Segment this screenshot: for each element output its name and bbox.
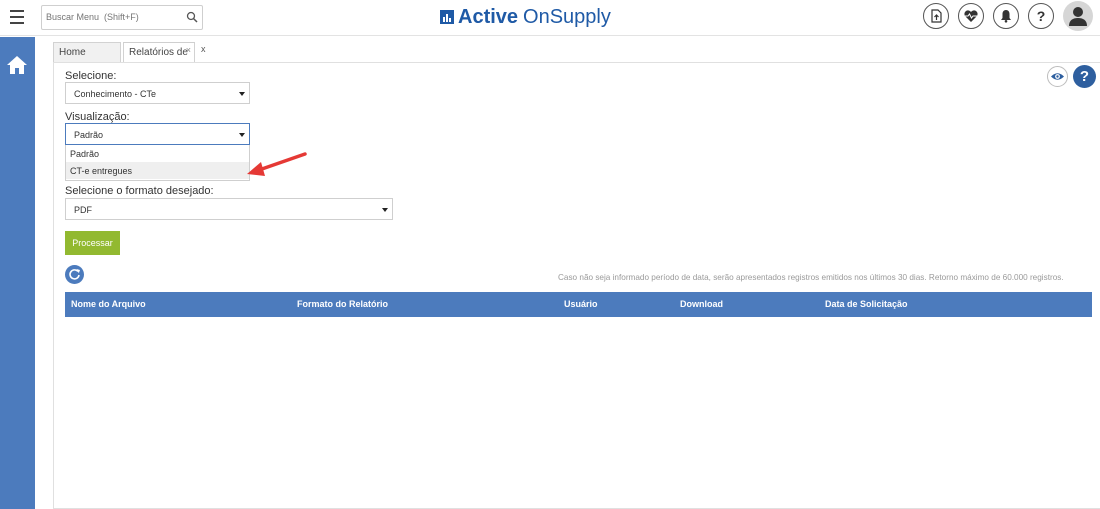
home-icon[interactable] <box>6 55 28 75</box>
question-icon[interactable]: ? <box>1028 3 1054 29</box>
visualizacao-dropdown-list: Padrão CT-e entregues <box>65 145 250 181</box>
heartbeat-icon[interactable] <box>958 3 984 29</box>
top-icons: ? <box>914 1 1093 31</box>
upload-file-icon[interactable] <box>923 3 949 29</box>
column-header-download[interactable]: Download <box>680 299 723 309</box>
search-box[interactable] <box>41 5 203 30</box>
formato-value: PDF <box>74 205 92 215</box>
top-bar: Active OnSupply ? <box>0 0 1100 36</box>
help-icon[interactable]: ? <box>1073 65 1096 88</box>
tab-bar: Home Relatórios de × x <box>53 42 206 63</box>
sidebar <box>0 37 35 509</box>
column-header-usuario[interactable]: Usuário <box>564 299 598 309</box>
close-all-tabs-icon[interactable]: x <box>201 44 206 63</box>
visualizacao-label: Visualização: <box>65 111 130 123</box>
brand-logo-icon <box>440 10 454 24</box>
annotation-arrow-icon <box>247 152 307 176</box>
tab-home[interactable]: Home <box>53 42 121 63</box>
eye-icon[interactable] <box>1047 66 1068 87</box>
selecione-label: Selecione: <box>65 70 117 82</box>
tab-relatorios[interactable]: Relatórios de × <box>123 42 195 63</box>
report-type-value: Conhecimento - CTe <box>74 89 157 99</box>
column-header-nome-arquivo[interactable]: Nome do Arquivo <box>71 299 146 309</box>
chevron-down-icon <box>239 133 245 137</box>
formato-label: Selecione o formato desejado: <box>65 185 214 197</box>
refresh-icon[interactable] <box>65 265 84 284</box>
processar-button[interactable]: Processar <box>65 231 120 255</box>
dropdown-option-padrao[interactable]: Padrão <box>66 145 249 162</box>
bell-icon[interactable] <box>993 3 1019 29</box>
table-header: Nome do Arquivo Formato do Relatório Usu… <box>65 292 1092 317</box>
search-icon[interactable] <box>186 11 198 23</box>
visualizacao-select[interactable]: Padrão <box>65 123 250 145</box>
column-header-data-solicitacao[interactable]: Data de Solicitação <box>825 299 908 309</box>
chevron-down-icon <box>382 208 388 212</box>
question-glyph: ? <box>1036 8 1046 24</box>
brand-logo: Active OnSupply <box>440 5 611 29</box>
brand-onsupply-text: OnSupply <box>523 5 611 28</box>
visualizacao-value: Padrão <box>74 130 104 140</box>
tab-relatorios-label: Relatórios de <box>129 47 188 58</box>
dropdown-option-cte-entregues[interactable]: CT-e entregues <box>66 162 249 179</box>
chevron-down-icon <box>239 92 245 96</box>
tab-home-label: Home <box>59 47 86 58</box>
report-type-select[interactable]: Conhecimento - CTe <box>65 82 250 104</box>
search-input[interactable] <box>42 6 182 28</box>
formato-select[interactable]: PDF <box>65 198 393 220</box>
brand-active-text: Active <box>458 5 519 28</box>
tab-close-icon[interactable]: × <box>186 45 191 55</box>
user-avatar-icon[interactable] <box>1063 1 1093 31</box>
hamburger-icon[interactable] <box>10 10 24 24</box>
info-text: Caso não seja informado período de data,… <box>558 273 1064 282</box>
column-header-formato-relatorio[interactable]: Formato do Relatório <box>297 299 388 309</box>
